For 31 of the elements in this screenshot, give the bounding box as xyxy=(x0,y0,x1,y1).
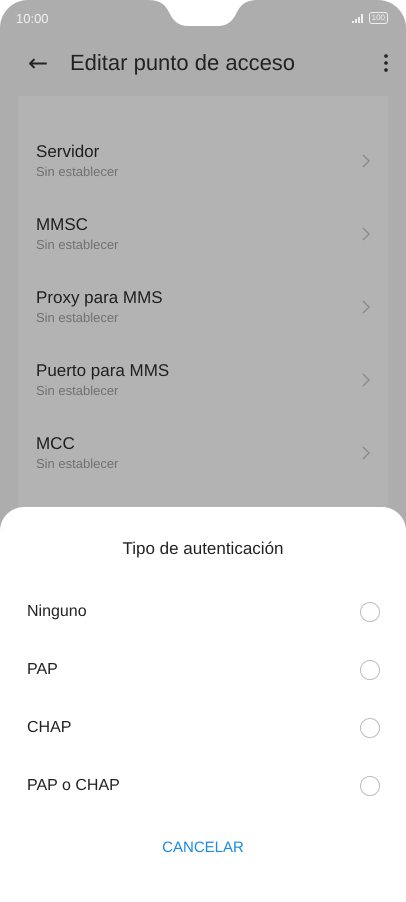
setting-label: Proxy para MMS xyxy=(36,288,164,308)
option-label: CHAP xyxy=(27,719,72,737)
chevron-icon xyxy=(362,154,370,168)
page-title: Editar punto de acceso xyxy=(70,50,296,76)
dialog-title: Tipo de autenticación xyxy=(122,539,284,560)
setting-value: Sin establecer xyxy=(36,456,120,471)
option-label: Ninguno xyxy=(27,603,87,621)
option-label: PAP xyxy=(27,661,58,679)
chevron-icon xyxy=(362,446,370,460)
setting-label: MCC xyxy=(36,434,76,454)
signal-icon xyxy=(352,14,366,22)
back-button[interactable]: ← xyxy=(26,49,50,77)
setting-label: Servidor xyxy=(36,142,100,162)
chevron-icon xyxy=(362,372,370,386)
setting-value: Sin establecer xyxy=(36,383,120,398)
radio-button[interactable] xyxy=(360,602,380,622)
setting-label: MMSC xyxy=(36,215,89,235)
chevron-icon xyxy=(362,226,370,240)
status-time: 10:00 xyxy=(16,10,49,26)
radio-button[interactable] xyxy=(360,776,380,796)
cancel-button[interactable]: CANCELAR xyxy=(152,833,254,862)
option-label: PAP o CHAP xyxy=(27,777,120,795)
setting-value: Sin establecer xyxy=(36,164,120,179)
battery-level: 100 xyxy=(368,12,388,24)
setting-label: Puerto para MMS xyxy=(36,361,170,381)
radio-button[interactable] xyxy=(360,660,380,680)
setting-value: Sin establecer xyxy=(36,237,120,252)
chevron-icon xyxy=(362,300,370,314)
radio-button[interactable] xyxy=(360,718,380,738)
more-options-icon[interactable] xyxy=(384,54,388,72)
setting-value: Sin establecer xyxy=(36,310,120,325)
